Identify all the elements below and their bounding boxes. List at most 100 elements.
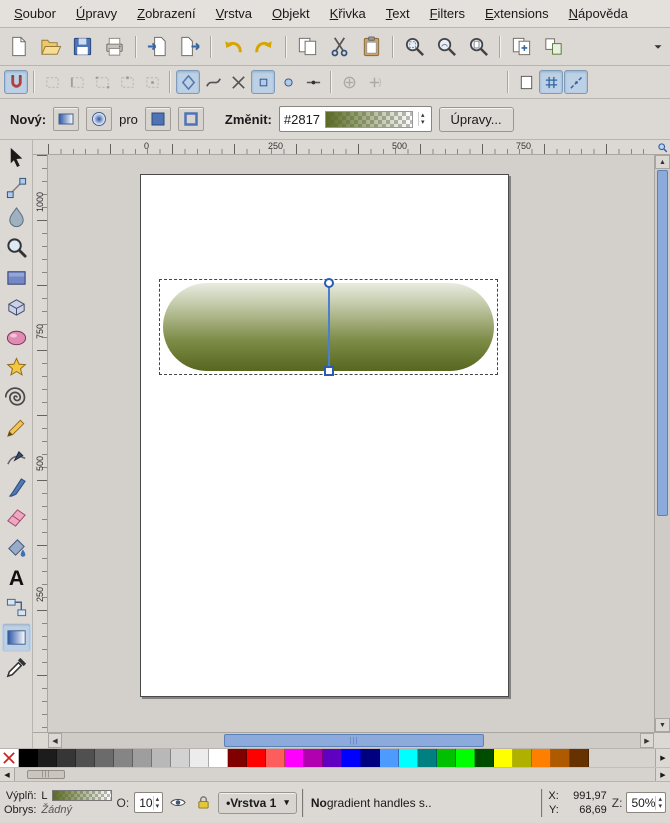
menu-item[interactable]: Extensions: [475, 1, 559, 26]
import-document-button[interactable]: [142, 31, 173, 62]
snap-smooth-nodes-button[interactable]: [276, 70, 300, 94]
box-3d-tool-button[interactable]: [2, 293, 31, 322]
toolbar-overflow-chevron[interactable]: [649, 35, 667, 59]
snap-line-midpoints-button[interactable]: [301, 70, 325, 94]
palette-swatch[interactable]: [266, 749, 285, 767]
zoom-spinner[interactable]: ▴ ▾: [655, 795, 664, 810]
palette-swatch[interactable]: [532, 749, 551, 767]
rectangle-tool-button[interactable]: [2, 263, 31, 292]
spin-down-icon[interactable]: ▾: [421, 119, 425, 126]
spin-down-icon[interactable]: ▾: [658, 803, 662, 810]
node-tool-button[interactable]: [2, 173, 31, 202]
snap-cusp-nodes-button[interactable]: [251, 70, 275, 94]
palette-swatch[interactable]: [247, 749, 266, 767]
palette-swatch[interactable]: [38, 749, 57, 767]
vertical-ruler[interactable]: 1000 750 500 250: [33, 155, 48, 732]
new-document-button[interactable]: [3, 31, 34, 62]
spiral-tool-button[interactable]: [2, 383, 31, 412]
tweak-tool-button[interactable]: [2, 203, 31, 232]
palette-swatch[interactable]: [76, 749, 95, 767]
palette-swatch[interactable]: [57, 749, 76, 767]
palette-swatch[interactable]: [380, 749, 399, 767]
menu-item[interactable]: Úpravy: [66, 1, 127, 26]
gradient-tool-button[interactable]: [1, 623, 31, 652]
spin-up-icon[interactable]: ▴: [658, 796, 662, 803]
palette-swatch[interactable]: [494, 749, 513, 767]
snap-bbox-midpoints-button[interactable]: [115, 70, 139, 94]
gradient-combo-spinner[interactable]: ▴ ▾: [418, 112, 427, 126]
palette-swatch[interactable]: [418, 749, 437, 767]
gradient-line[interactable]: [328, 283, 330, 371]
zoom-drawing-button[interactable]: [431, 31, 462, 62]
palette-swatch[interactable]: [551, 749, 570, 767]
layer-selector[interactable]: •Vrstva 1 ▾: [218, 791, 297, 814]
opacity-spinbox[interactable]: 10 ▴ ▾: [134, 792, 164, 813]
layer-lock-toggle[interactable]: [193, 793, 213, 813]
palette-scrollbar-left-arrow[interactable]: ◀: [0, 768, 15, 781]
snap-path-intersections-button[interactable]: [226, 70, 250, 94]
paste-button[interactable]: [356, 31, 387, 62]
vertical-scroll-thumb[interactable]: [657, 170, 668, 517]
paint-bucket-tool-button[interactable]: [2, 533, 31, 562]
print-document-button[interactable]: [99, 31, 130, 62]
gradient-select-combo[interactable]: #2817 ▴ ▾: [278, 106, 432, 132]
redo-button[interactable]: [249, 31, 280, 62]
star-tool-button[interactable]: [2, 353, 31, 382]
enable-snapping-button[interactable]: [4, 70, 28, 94]
scroll-up-arrow[interactable]: ▲: [655, 155, 670, 169]
snap-bbox-edges-button[interactable]: [65, 70, 89, 94]
palette-swatch[interactable]: [323, 749, 342, 767]
ellipse-tool-button[interactable]: [2, 323, 31, 352]
palette-swatch[interactable]: [304, 749, 323, 767]
copy-button[interactable]: [292, 31, 323, 62]
zoom-selection-button[interactable]: [399, 31, 430, 62]
snap-page-border-button[interactable]: [514, 70, 538, 94]
layer-visibility-toggle[interactable]: [168, 793, 188, 813]
connector-tool-button[interactable]: [2, 593, 31, 622]
snap-bbox-centers-button[interactable]: [140, 70, 164, 94]
menu-item[interactable]: Vrstva: [206, 1, 262, 26]
palette-swatch[interactable]: [209, 749, 228, 767]
palette-swatch[interactable]: [475, 749, 494, 767]
menu-item[interactable]: Filters: [420, 1, 475, 26]
palette-swatch[interactable]: [570, 749, 589, 767]
zoom-spinbox[interactable]: 50% ▴ ▾: [626, 792, 666, 813]
palette-swatch[interactable]: [133, 749, 152, 767]
gradient-start-handle[interactable]: [324, 366, 334, 376]
export-document-button[interactable]: [174, 31, 205, 62]
horizontal-ruler[interactable]: 0 250 500 750: [48, 140, 654, 155]
selector-tool-button[interactable]: [2, 143, 31, 172]
pencil-tool-button[interactable]: [2, 413, 31, 442]
opacity-value[interactable]: 10: [139, 796, 152, 810]
pen-tool-button[interactable]: [2, 443, 31, 472]
dropper-tool-button[interactable]: [2, 653, 31, 682]
vertical-scrollbar[interactable]: ▲ ▼: [654, 155, 670, 732]
page[interactable]: [140, 174, 509, 697]
fill-gradient-swatch[interactable]: [51, 790, 112, 801]
palette-scrollbar-thumb[interactable]: |||: [27, 770, 65, 779]
gradient-on-stroke-button[interactable]: [177, 107, 204, 131]
save-document-button[interactable]: [67, 31, 98, 62]
gradient-end-handle[interactable]: [324, 278, 334, 288]
spin-up-icon[interactable]: ▴: [421, 112, 425, 119]
opacity-spinner[interactable]: ▴ ▾: [152, 795, 162, 810]
sticky-zoom-toggle[interactable]: [654, 140, 670, 155]
snap-nodes-button[interactable]: [176, 70, 200, 94]
snap-object-centers-button[interactable]: [337, 70, 361, 94]
palette-swatch[interactable]: [190, 749, 209, 767]
palette-scrollbar-trough[interactable]: [65, 768, 655, 781]
snap-to-paths-button[interactable]: [201, 70, 225, 94]
horizontal-scroll-thumb[interactable]: |||: [223, 734, 484, 747]
palette-swatch[interactable]: [19, 749, 38, 767]
snap-to-grid-button[interactable]: [539, 70, 563, 94]
zoom-tool-button[interactable]: [2, 233, 31, 262]
scroll-down-arrow[interactable]: ▼: [655, 718, 670, 732]
palette-swatch[interactable]: [437, 749, 456, 767]
canvas[interactable]: [48, 155, 654, 732]
scroll-right-arrow[interactable]: ▶: [640, 733, 654, 748]
palette-swatch[interactable]: [285, 749, 304, 767]
linear-gradient-button[interactable]: [53, 107, 80, 131]
palette-scrollbar-right-arrow[interactable]: ▶: [655, 768, 670, 781]
snap-rotation-centers-button[interactable]: [362, 70, 386, 94]
duplicate-button[interactable]: [506, 31, 537, 62]
